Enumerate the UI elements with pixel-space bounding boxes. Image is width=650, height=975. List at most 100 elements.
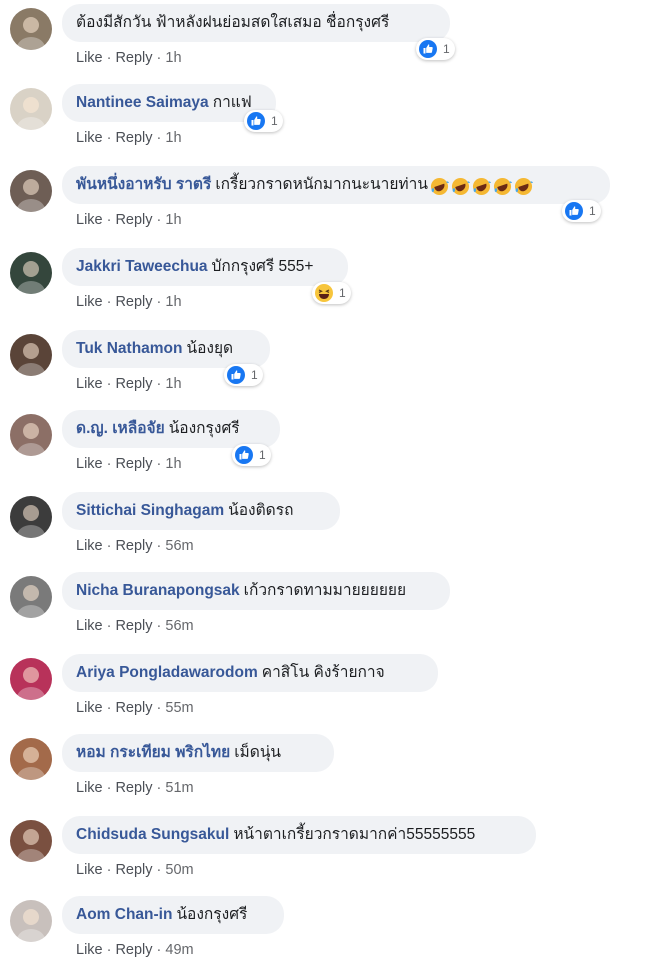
comment-timestamp[interactable]: 51m	[165, 780, 193, 796]
comment-actions: Like · Reply · 1h	[76, 376, 182, 392]
separator-dot: ·	[106, 780, 112, 796]
comment-text: น้องกรุงศรี	[176, 906, 248, 923]
like-link[interactable]: Like	[76, 862, 103, 878]
like-link[interactable]: Like	[76, 130, 103, 146]
comment-bubble: หอม กระเทียม พริกไทย เม็ดนุ่น	[62, 734, 334, 772]
reaction-badge[interactable]: 1	[244, 110, 283, 132]
separator-dot: ·	[106, 130, 112, 146]
comment-timestamp[interactable]: 49m	[165, 942, 193, 958]
comment-text: คาสิโน คิงร้ายกาจ	[261, 664, 385, 681]
like-link[interactable]: Like	[76, 50, 103, 66]
comment-timestamp[interactable]: 56m	[165, 538, 193, 554]
comment-actions: Like · Reply · 51m	[76, 780, 194, 796]
separator-dot: ·	[156, 618, 162, 634]
comment-bubble: ด.ญ. เหลือจัย น้องกรุงศรี	[62, 410, 280, 448]
reply-link[interactable]: Reply	[115, 700, 152, 716]
reply-link[interactable]: Reply	[115, 212, 152, 228]
comment-timestamp[interactable]: 55m	[165, 700, 193, 716]
comment-text: เกรี้ยวกราดหนักมากนะนายท่าน	[215, 176, 428, 193]
like-link[interactable]: Like	[76, 212, 103, 228]
reaction-badge[interactable]: 1	[232, 444, 271, 466]
comment-author[interactable]: ด.ญ. เหลือจัย	[76, 420, 165, 437]
reaction-badge[interactable]: 1	[312, 282, 351, 304]
reaction-badge[interactable]: 1	[562, 200, 601, 222]
reply-link[interactable]: Reply	[115, 942, 152, 958]
comment-author[interactable]: พันหนึ่งอาหรับ ราตรี	[76, 176, 211, 193]
separator-dot: ·	[106, 212, 112, 228]
reply-link[interactable]: Reply	[115, 862, 152, 878]
comment-author[interactable]: Nantinee Saimaya	[76, 94, 209, 111]
comment-author[interactable]: Sittichai Singhagam	[76, 502, 224, 519]
avatar[interactable]	[10, 820, 52, 862]
avatar[interactable]	[10, 900, 52, 942]
comment-actions: Like · Reply · 1h	[76, 130, 182, 146]
like-link[interactable]: Like	[76, 456, 103, 472]
reply-link[interactable]: Reply	[115, 780, 152, 796]
reaction-badge[interactable]: 1	[416, 38, 455, 60]
comment-timestamp[interactable]: 50m	[165, 862, 193, 878]
comment-timestamp[interactable]: 56m	[165, 618, 193, 634]
comment-actions: Like · Reply · 49m	[76, 942, 194, 958]
separator-dot: ·	[156, 942, 162, 958]
reply-link[interactable]: Reply	[115, 50, 152, 66]
comment-item: Chidsuda Sungsakul หน้าตาเกรี้ยวกราดมากค่…	[0, 816, 650, 890]
comment-text: น้องยุด	[186, 340, 234, 357]
comment-author[interactable]: Ariya Pongladawarodom	[76, 664, 258, 681]
like-link[interactable]: Like	[76, 618, 103, 634]
separator-dot: ·	[156, 780, 162, 796]
like-link[interactable]: Like	[76, 376, 103, 392]
separator-dot: ·	[156, 50, 162, 66]
comment-text: เก้วกราดทามมายยยยยย	[243, 582, 407, 599]
comment-timestamp[interactable]: 1h	[165, 376, 181, 392]
like-link[interactable]: Like	[76, 700, 103, 716]
comment-timestamp[interactable]: 1h	[165, 456, 181, 472]
separator-dot: ·	[156, 862, 162, 878]
comment-item: Sittichai Singhagam น้องติดรถ Like · Reply · 5…	[0, 492, 650, 566]
reply-link[interactable]: Reply	[115, 538, 152, 554]
comment-actions: Like · Reply · 56m	[76, 538, 194, 554]
laugh-cry-emoji	[472, 173, 491, 196]
comment-author[interactable]: Tuk Nathamon	[76, 340, 183, 357]
comment-timestamp[interactable]: 1h	[165, 294, 181, 310]
comment-bubble: Jakkri Taweechua บักกรุงศรี 555+	[62, 248, 348, 286]
like-link[interactable]: Like	[76, 780, 103, 796]
separator-dot: ·	[156, 700, 162, 716]
laugh-cry-emoji	[493, 173, 512, 196]
reply-link[interactable]: Reply	[115, 618, 152, 634]
reply-link[interactable]: Reply	[115, 130, 152, 146]
like-link[interactable]: Like	[76, 294, 103, 310]
avatar[interactable]	[10, 8, 52, 50]
avatar[interactable]	[10, 414, 52, 456]
comment-text: เม็ดนุ่น	[234, 744, 282, 761]
reply-link[interactable]: Reply	[115, 376, 152, 392]
reaction-badge[interactable]: 1	[224, 364, 263, 386]
avatar[interactable]	[10, 252, 52, 294]
comment-text: น้องกรุงศรี	[168, 420, 240, 437]
avatar[interactable]	[10, 334, 52, 376]
comment-author[interactable]: Nicha Buranapongsak	[76, 582, 240, 599]
comment-item: Tuk Nathamon น้องยุด Like · Reply · 1h 1	[0, 330, 650, 404]
avatar[interactable]	[10, 738, 52, 780]
comment-text: กาแฟ	[212, 94, 252, 111]
avatar[interactable]	[10, 88, 52, 130]
reply-link[interactable]: Reply	[115, 456, 152, 472]
comment-author[interactable]: Aom Chan-in	[76, 906, 172, 923]
like-link[interactable]: Like	[76, 538, 103, 554]
avatar[interactable]	[10, 576, 52, 618]
separator-dot: ·	[156, 538, 162, 554]
comment-author[interactable]: หอม กระเทียม พริกไทย	[76, 744, 230, 761]
avatar[interactable]	[10, 170, 52, 212]
comment-timestamp[interactable]: 1h	[165, 130, 181, 146]
comment-timestamp[interactable]: 1h	[165, 50, 181, 66]
avatar[interactable]	[10, 496, 52, 538]
separator-dot: ·	[106, 294, 112, 310]
comment-author[interactable]: Jakkri Taweechua	[76, 258, 208, 275]
comment-bubble: Chidsuda Sungsakul หน้าตาเกรี้ยวกราดมากค่…	[62, 816, 536, 854]
avatar[interactable]	[10, 658, 52, 700]
separator-dot: ·	[156, 130, 162, 146]
comment-timestamp[interactable]: 1h	[165, 212, 181, 228]
comment-author[interactable]: Chidsuda Sungsakul	[76, 826, 229, 843]
reaction-count: 1	[443, 42, 450, 56]
like-link[interactable]: Like	[76, 942, 103, 958]
reply-link[interactable]: Reply	[115, 294, 152, 310]
